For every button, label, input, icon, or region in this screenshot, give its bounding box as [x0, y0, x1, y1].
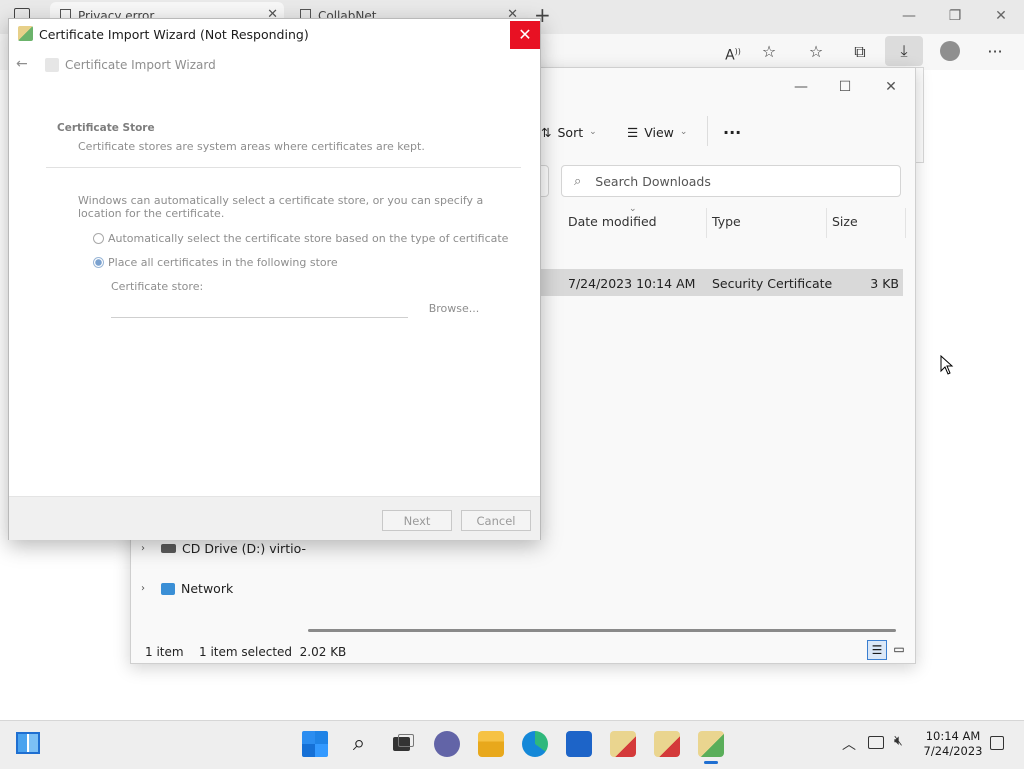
search-downloads-input[interactable]: ⌕ Search Downloads: [561, 165, 901, 197]
search-icon[interactable]: ⌕: [346, 731, 372, 757]
more-options-button[interactable]: ···: [723, 120, 741, 144]
certificate-import-wizard-dialog: Certificate Import Wizard (Not Respondin…: [8, 18, 541, 540]
minimize-icon[interactable]: —: [779, 76, 823, 98]
large-icons-view-icon[interactable]: ▭: [889, 640, 909, 660]
status-bar: 1 item 1 item selected 2.02 KB: [131, 638, 915, 663]
edge-browser-icon[interactable]: [522, 731, 548, 757]
sort-indicator-icon: ⌄: [629, 204, 637, 214]
task-view-icon[interactable]: [390, 731, 416, 757]
radio-button[interactable]: [93, 233, 104, 244]
clock-date: 7/24/2023: [923, 744, 983, 758]
file-type: Security Certificate: [712, 276, 833, 291]
section-title: Certificate Store: [57, 122, 155, 134]
view-label: View: [644, 124, 674, 140]
certificate-store-label: Certificate store:: [111, 280, 204, 293]
dialog-title: Certificate Import Wizard (Not Respondin…: [39, 27, 309, 42]
column-separator: [826, 208, 827, 238]
column-separator: [706, 208, 707, 238]
radio-label: Place all certificates in the following …: [108, 256, 338, 269]
close-dialog-button[interactable]: ✕: [510, 21, 540, 49]
collections-icon[interactable]: ⧉: [847, 40, 873, 64]
network-icon: [161, 582, 175, 595]
read-aloud-icon[interactable]: A)): [720, 40, 746, 64]
radio-label: Automatically select the certificate sto…: [108, 232, 509, 245]
certificate-store-field[interactable]: [111, 298, 408, 318]
certificate-app-icon[interactable]: [610, 731, 636, 757]
maximize-icon[interactable]: ☐: [823, 76, 867, 98]
close-window-icon[interactable]: ✕: [869, 76, 913, 98]
browse-button[interactable]: Browse...: [415, 300, 493, 318]
chevron-right-icon[interactable]: ›: [141, 583, 155, 594]
close-window-icon[interactable]: ✕: [986, 6, 1016, 26]
chevron-down-icon: ⌄: [589, 127, 597, 137]
active-app-indicator: [704, 761, 718, 764]
file-explorer-icon[interactable]: [478, 731, 504, 757]
command-separator: [707, 116, 708, 146]
teams-chat-icon[interactable]: [434, 731, 460, 757]
minimize-icon[interactable]: —: [894, 6, 924, 26]
notifications-icon[interactable]: [990, 736, 1004, 750]
sort-label: Sort: [557, 124, 584, 140]
radio-button-selected[interactable]: [93, 257, 104, 268]
settings-more-icon[interactable]: ···: [982, 40, 1008, 64]
tree-item-label: Network: [181, 581, 234, 596]
add-favorite-icon[interactable]: ☆: [756, 40, 782, 64]
status-selection: 1 item selected 2.02 KB: [199, 645, 347, 659]
favorites-icon[interactable]: ☆: [803, 40, 829, 64]
radio-place-store[interactable]: Place all certificates in the following …: [93, 256, 338, 269]
next-button[interactable]: Next: [382, 510, 452, 531]
section-divider: [46, 167, 521, 168]
show-hidden-icons-chevron[interactable]: ︿: [842, 734, 856, 754]
tree-item-cd-drive[interactable]: › CD Drive (D:) virtio-: [141, 541, 306, 556]
certificate-icon: [18, 26, 33, 41]
network-status-icon[interactable]: [868, 736, 884, 749]
clock[interactable]: 10:14 AM 7/24/2023: [920, 729, 986, 759]
cd-drive-icon: [161, 544, 176, 553]
view-icon: ☰: [627, 124, 639, 140]
dialog-body: ← Certificate Import Wizard Certificate …: [9, 50, 540, 496]
status-item-count: 1 item: [145, 645, 184, 659]
table-row[interactable]: 7/24/2023 10:14 AM Security Certificate …: [541, 269, 903, 296]
horizontal-scrollbar[interactable]: [308, 629, 896, 632]
clock-time: 10:14 AM: [925, 729, 981, 743]
search-icon: ⌕: [574, 173, 582, 189]
intro-text: Windows can automatically select a certi…: [78, 194, 484, 220]
details-view-icon[interactable]: ☰: [867, 640, 887, 660]
sort-button[interactable]: ⇅ Sort ⌄: [541, 120, 597, 144]
certificate-app-icon[interactable]: [654, 731, 680, 757]
sort-icon: ⇅: [541, 124, 552, 140]
chevron-right-icon[interactable]: ›: [141, 543, 155, 554]
column-date-modified[interactable]: Date modified: [568, 214, 657, 234]
radio-auto-store[interactable]: Automatically select the certificate sto…: [93, 232, 508, 245]
tree-item-label: CD Drive (D:) virtio-: [182, 541, 306, 556]
volume-muted-icon[interactable]: 🔇︎: [894, 733, 903, 749]
mouse-cursor-icon: [940, 355, 954, 375]
file-size: 3 KB: [870, 276, 899, 291]
column-type[interactable]: Type: [712, 214, 741, 234]
certificate-icon: [45, 58, 59, 72]
downloads-icon[interactable]: ⤓: [885, 36, 923, 66]
file-date: 7/24/2023 10:14 AM: [568, 276, 696, 291]
widgets-icon[interactable]: [16, 732, 40, 754]
tree-item-network[interactable]: › Network: [141, 581, 233, 596]
search-placeholder: Search Downloads: [595, 173, 711, 189]
back-arrow-icon[interactable]: ←: [16, 56, 28, 72]
view-button[interactable]: ☰ View ⌄: [627, 120, 687, 144]
start-windows-icon[interactable]: [302, 731, 328, 757]
certificate-wizard-icon[interactable]: [698, 731, 724, 757]
column-separator: [905, 208, 906, 238]
store-icon[interactable]: [566, 731, 592, 757]
chevron-down-icon: ⌄: [679, 127, 688, 137]
column-size[interactable]: Size: [832, 214, 858, 234]
section-description: Certificate stores are system areas wher…: [78, 140, 425, 153]
restore-icon[interactable]: ❐: [940, 6, 970, 26]
cancel-button[interactable]: Cancel: [461, 510, 531, 531]
dialog-titlebar: Certificate Import Wizard (Not Respondin…: [9, 19, 540, 50]
profile-avatar[interactable]: [940, 41, 960, 61]
wizard-header-title: Certificate Import Wizard: [65, 58, 216, 72]
